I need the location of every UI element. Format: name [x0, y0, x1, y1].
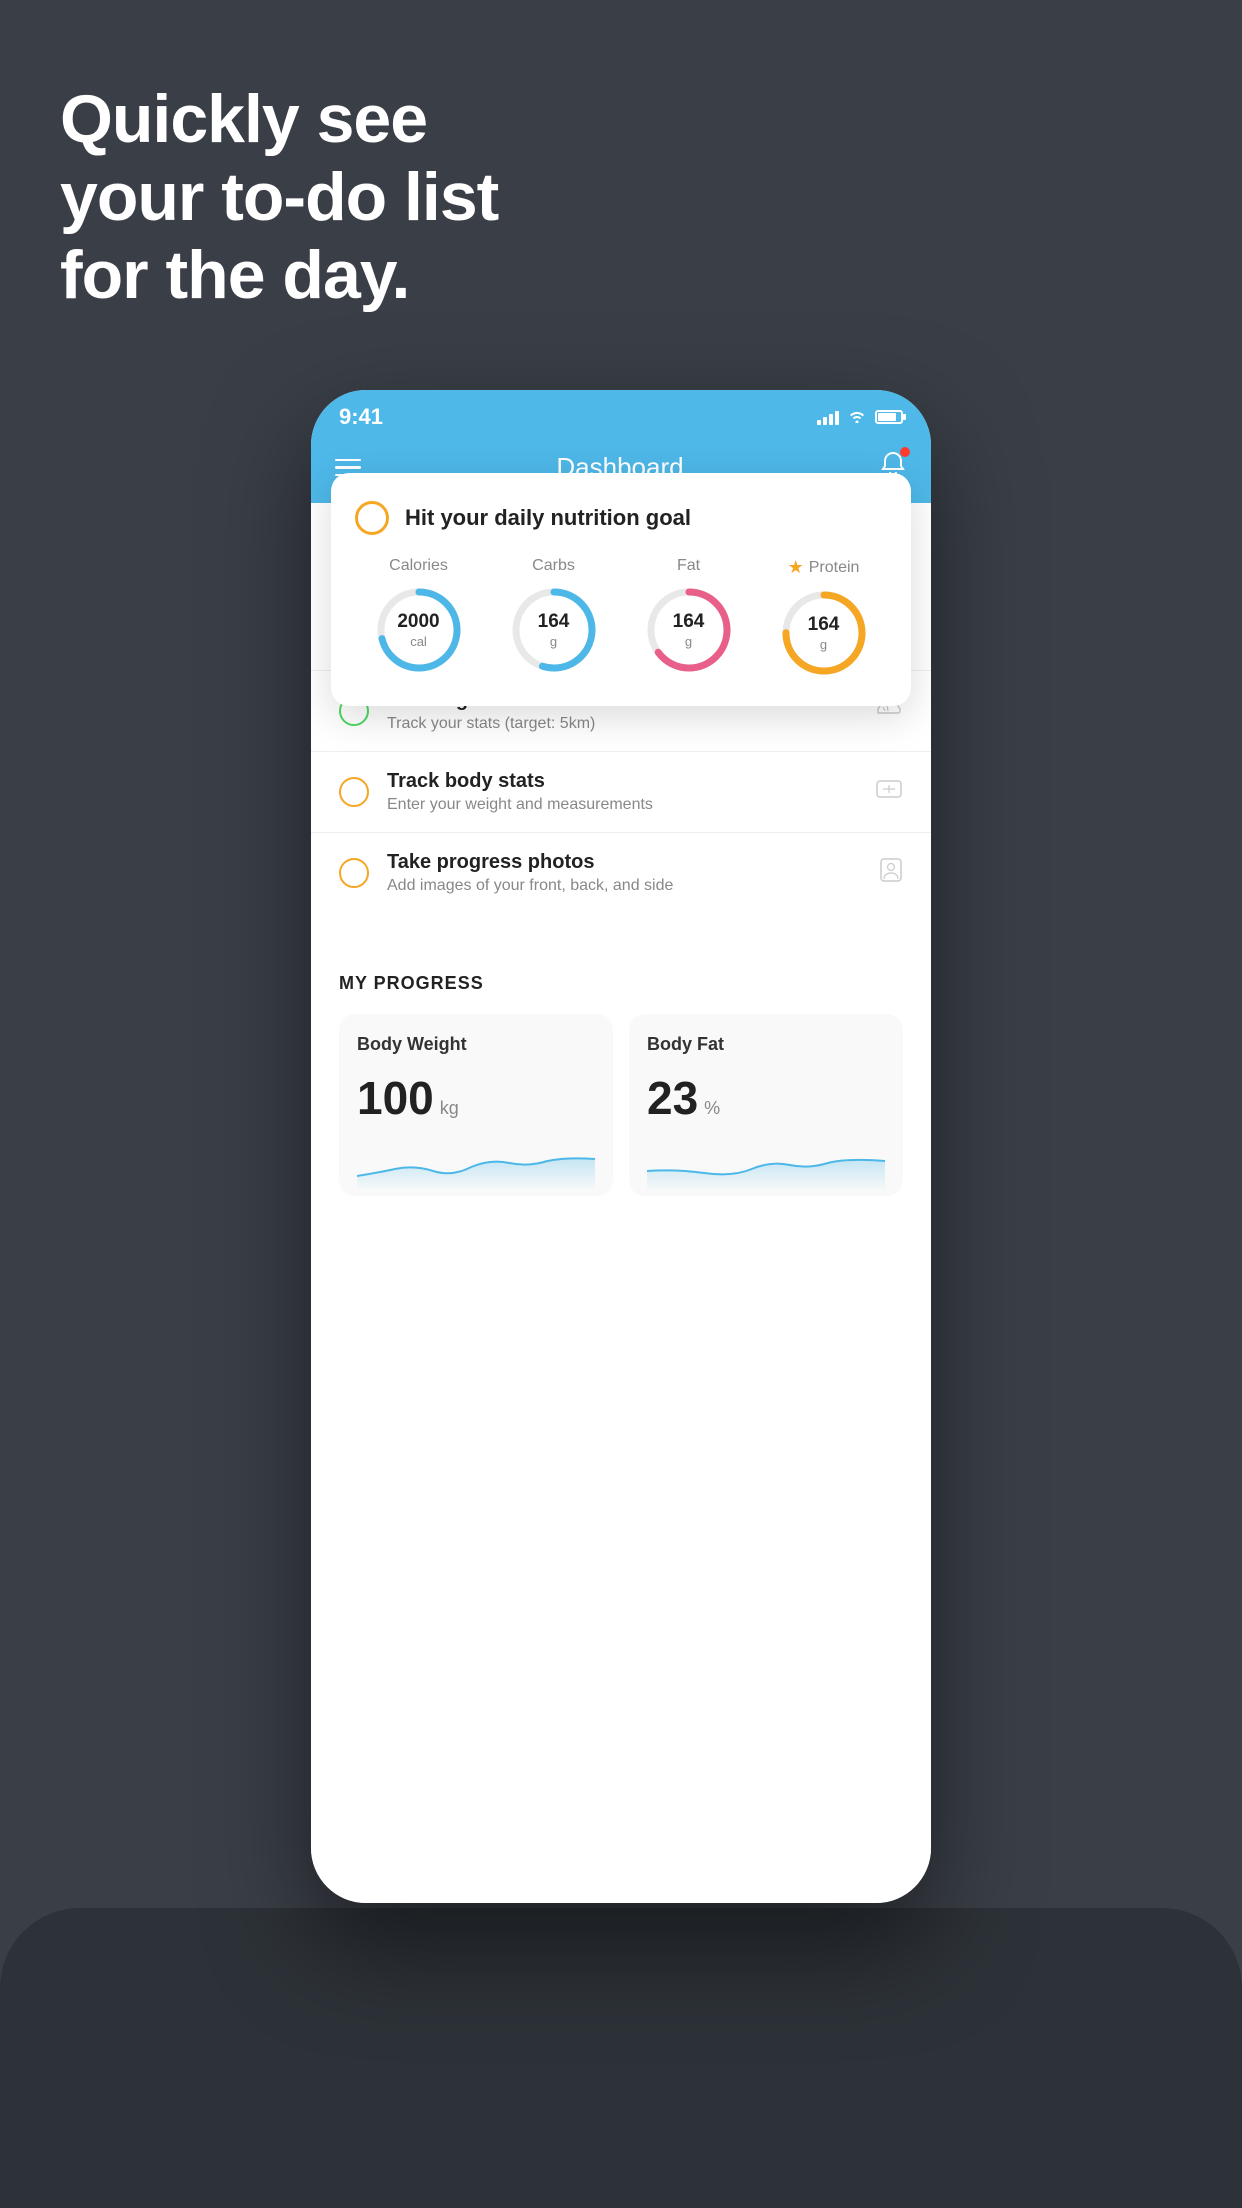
- progress-section: MY PROGRESS Body Weight 100 kg: [311, 943, 931, 1196]
- status-bar: 9:41: [311, 390, 931, 436]
- progress-photos-circle: [339, 858, 369, 888]
- body-weight-unit: kg: [440, 1098, 459, 1119]
- todo-item-progress-photos[interactable]: Take progress photos Add images of your …: [311, 832, 931, 913]
- phone-content: THINGS TO DO TODAY Hit your daily nutrit…: [311, 503, 931, 1903]
- progress-photos-text: Take progress photos Add images of your …: [387, 851, 861, 895]
- phone-screen: 9:41 Dashboard: [311, 390, 931, 1903]
- nutrition-carbs: Carbs 164 g: [509, 557, 599, 675]
- todo-item-body-stats[interactable]: Track body stats Enter your weight and m…: [311, 751, 931, 832]
- status-right-icons: [817, 407, 903, 428]
- progress-cards: Body Weight 100 kg: [339, 1014, 903, 1196]
- nutrition-fat: Fat 164 g: [644, 557, 734, 675]
- nutrition-protein: ★ Protein 164 g: [779, 557, 869, 678]
- body-fat-card: Body Fat 23 %: [629, 1014, 903, 1196]
- calories-label: Calories: [389, 557, 448, 575]
- card-title-row: Hit your daily nutrition goal: [355, 501, 887, 535]
- progress-photos-title: Take progress photos: [387, 851, 861, 874]
- hero-text: Quickly see your to-do list for the day.: [60, 80, 498, 315]
- body-weight-value-row: 100 kg: [357, 1071, 595, 1125]
- nutrition-check-circle[interactable]: [355, 501, 389, 535]
- portrait-icon: [879, 857, 903, 889]
- todo-list: Running Track your stats (target: 5km): [311, 670, 931, 913]
- body-stats-subtitle: Enter your weight and measurements: [387, 796, 857, 814]
- nutrition-card: Hit your daily nutrition goal Calories: [331, 473, 911, 706]
- carbs-value: 164 g: [538, 611, 570, 649]
- hero-line2: your to-do list: [60, 158, 498, 236]
- nutrition-calories: Calories 2000 cal: [374, 557, 464, 675]
- progress-header: MY PROGRESS: [339, 973, 903, 994]
- body-weight-sparkline: [357, 1141, 595, 1191]
- body-stats-text: Track body stats Enter your weight and m…: [387, 770, 857, 814]
- signal-icon: [817, 409, 839, 425]
- battery-icon: [875, 410, 903, 424]
- running-subtitle: Track your stats (target: 5km): [387, 715, 857, 733]
- body-weight-value: 100: [357, 1071, 434, 1125]
- body-stats-title: Track body stats: [387, 770, 857, 793]
- wifi-icon: [847, 407, 867, 428]
- star-icon: ★: [788, 557, 804, 578]
- status-time: 9:41: [339, 404, 383, 430]
- phone-mockup: 9:41 Dashboard: [311, 390, 931, 1903]
- body-stats-circle: [339, 777, 369, 807]
- body-weight-card: Body Weight 100 kg: [339, 1014, 613, 1196]
- body-fat-value: 23: [647, 1071, 698, 1125]
- hero-line3: for the day.: [60, 236, 498, 314]
- protein-value: 164 g: [808, 614, 840, 652]
- carbs-label: Carbs: [532, 557, 575, 575]
- fat-value: 164 g: [673, 611, 705, 649]
- body-weight-title: Body Weight: [357, 1034, 595, 1055]
- body-fat-sparkline: [647, 1141, 885, 1191]
- background-blob: [0, 1908, 1242, 2208]
- progress-photos-subtitle: Add images of your front, back, and side: [387, 877, 861, 895]
- scale-icon: [875, 777, 903, 807]
- calories-donut: 2000 cal: [374, 585, 464, 675]
- fat-label: Fat: [677, 557, 700, 575]
- carbs-donut: 164 g: [509, 585, 599, 675]
- nutrition-grid: Calories 2000 cal: [355, 557, 887, 678]
- body-fat-title: Body Fat: [647, 1034, 885, 1055]
- calories-value: 2000 cal: [397, 611, 439, 649]
- body-fat-unit: %: [704, 1098, 720, 1119]
- fat-donut: 164 g: [644, 585, 734, 675]
- protein-label-text: Protein: [809, 559, 860, 577]
- protein-donut: 164 g: [779, 588, 869, 678]
- body-fat-value-row: 23 %: [647, 1071, 885, 1125]
- protein-label: ★ Protein: [788, 557, 860, 578]
- notification-badge: [900, 447, 910, 457]
- nutrition-card-title: Hit your daily nutrition goal: [405, 505, 691, 531]
- hero-line1: Quickly see: [60, 80, 498, 158]
